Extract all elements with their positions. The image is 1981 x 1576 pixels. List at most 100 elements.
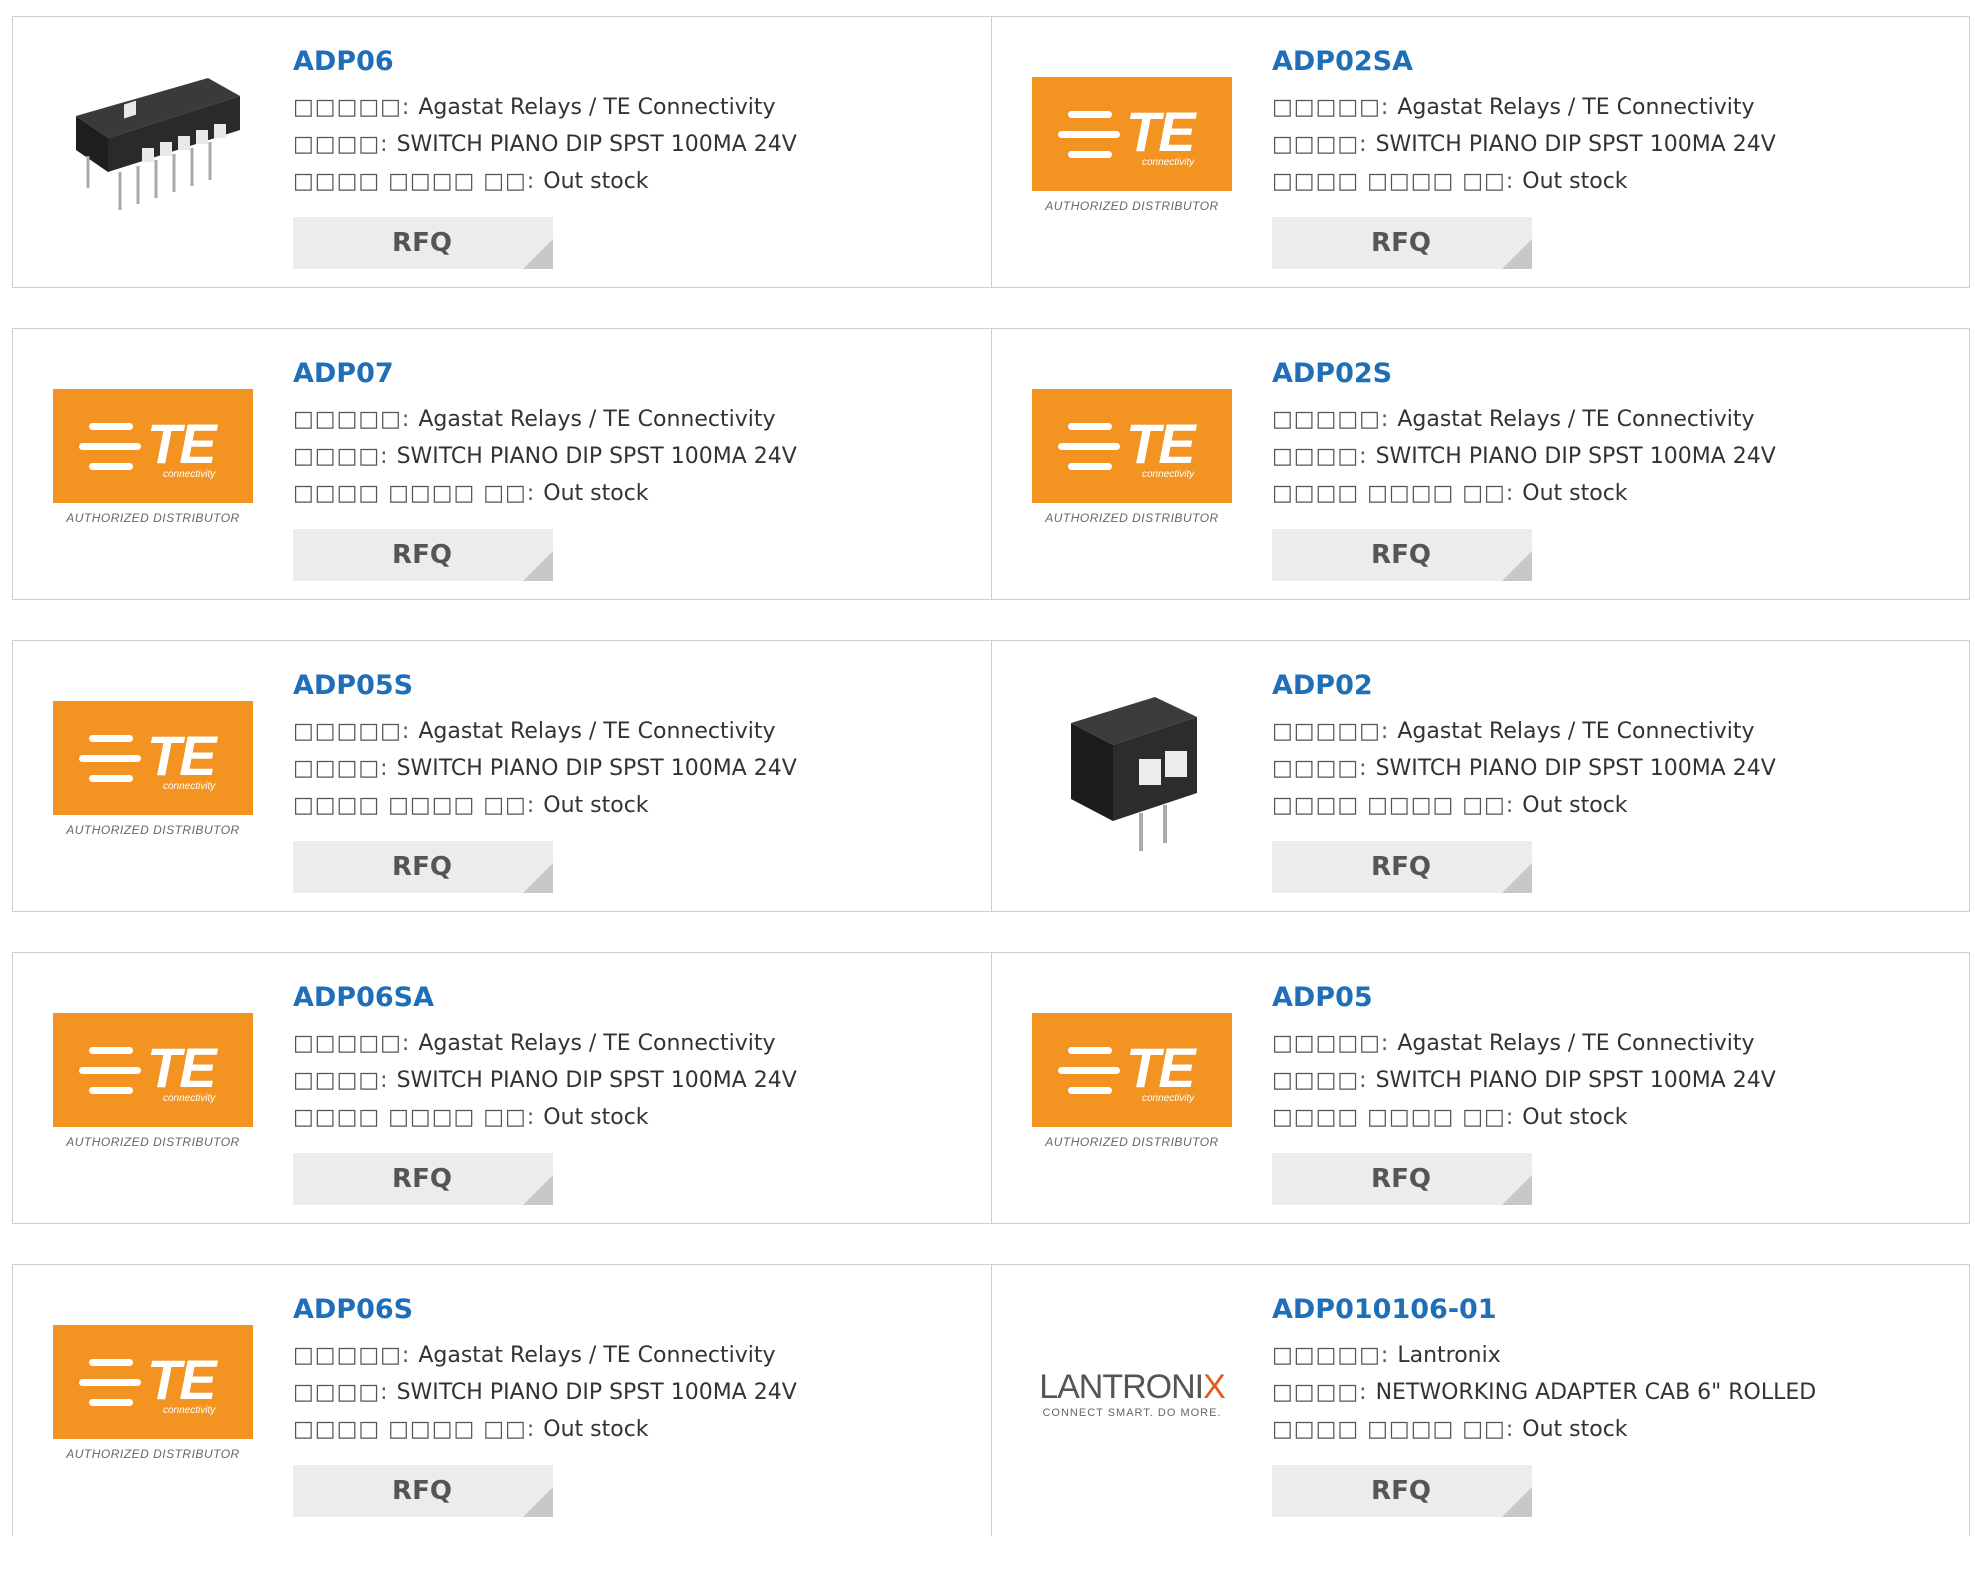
product-card: TE connectivity AUTHORIZED DISTRIBUTOR A… [991, 953, 1969, 1223]
stock-label: □□□□ □□□□ □□: [293, 481, 536, 506]
manufacturer-value: Agastat Relays / TE Connectivity [418, 1031, 776, 1056]
part-number-link[interactable]: ADP06 [293, 43, 981, 81]
manufacturer-label: □□□□□: [293, 719, 411, 744]
part-number-link[interactable]: ADP05S [293, 667, 981, 705]
product-image[interactable]: TE connectivity AUTHORIZED DISTRIBUTOR [51, 993, 255, 1169]
lantronix-logo: LANTRONIX CONNECT SMART. DO MORE. [1030, 1368, 1234, 1419]
product-image[interactable]: TE connectivity AUTHORIZED DISTRIBUTOR [1030, 993, 1234, 1169]
te-authorized-distributor: AUTHORIZED DISTRIBUTOR [66, 1447, 240, 1461]
rfq-button[interactable]: RFQ [1272, 1153, 1532, 1205]
description-value: SWITCH PIANO DIP SPST 100MA 24V [396, 1068, 797, 1093]
dip-switch-2-image [1071, 697, 1197, 851]
manufacturer-line: □□□□□: Agastat Relays / TE Connectivity [1272, 1025, 1959, 1062]
product-image[interactable]: TE connectivity AUTHORIZED DISTRIBUTOR [51, 681, 255, 857]
stock-value: Out stock [1522, 169, 1628, 194]
part-number-link[interactable]: ADP010106-01 [1272, 1291, 1959, 1329]
corner-triangle-icon [523, 1175, 553, 1205]
rfq-button[interactable]: RFQ [1272, 217, 1532, 269]
description-line: □□□□: SWITCH PIANO DIP SPST 100MA 24V [293, 438, 981, 475]
description-label: □□□□: [293, 132, 389, 157]
description-value: SWITCH PIANO DIP SPST 100MA 24V [396, 132, 797, 157]
product-image[interactable]: LANTRONIX CONNECT SMART. DO MORE. [1030, 1305, 1234, 1481]
description-label: □□□□: [1272, 1380, 1368, 1405]
description-label: □□□□: [293, 1380, 389, 1405]
manufacturer-label: □□□□□: [293, 1031, 411, 1056]
rfq-label: RFQ [1371, 1164, 1431, 1194]
rfq-label: RFQ [1371, 540, 1431, 570]
stock-label: □□□□ □□□□ □□: [1272, 481, 1515, 506]
product-image[interactable] [51, 57, 255, 233]
rfq-label: RFQ [1371, 1476, 1431, 1506]
product-image[interactable] [1030, 681, 1234, 857]
product-row: TE connectivity AUTHORIZED DISTRIBUTOR A… [12, 952, 1970, 1224]
stock-label: □□□□ □□□□ □□: [1272, 1417, 1515, 1442]
rfq-label: RFQ [392, 852, 452, 882]
manufacturer-label: □□□□□: [1272, 95, 1390, 120]
description-line: □□□□: SWITCH PIANO DIP SPST 100MA 24V [1272, 438, 1959, 475]
product-image[interactable]: TE connectivity AUTHORIZED DISTRIBUTOR [1030, 57, 1234, 233]
description-value: SWITCH PIANO DIP SPST 100MA 24V [1375, 1068, 1776, 1093]
stock-value: Out stock [1522, 1105, 1628, 1130]
rfq-button[interactable]: RFQ [293, 841, 553, 893]
manufacturer-value: Agastat Relays / TE Connectivity [418, 719, 776, 744]
description-value: SWITCH PIANO DIP SPST 100MA 24V [396, 444, 797, 469]
rfq-label: RFQ [1371, 852, 1431, 882]
stock-value: Out stock [1522, 1417, 1628, 1442]
rfq-button[interactable]: RFQ [293, 1465, 553, 1517]
product-image[interactable]: TE connectivity AUTHORIZED DISTRIBUTOR [1030, 369, 1234, 545]
rfq-label: RFQ [392, 1476, 452, 1506]
part-number-link[interactable]: ADP06S [293, 1291, 981, 1329]
product-card: TE connectivity AUTHORIZED DISTRIBUTOR A… [991, 17, 1969, 287]
description-line: □□□□: SWITCH PIANO DIP SPST 100MA 24V [1272, 1062, 1959, 1099]
description-value: SWITCH PIANO DIP SPST 100MA 24V [1375, 756, 1776, 781]
stock-line: □□□□ □□□□ □□: Out stock [293, 1411, 981, 1448]
manufacturer-label: □□□□□: [293, 407, 411, 432]
stock-line: □□□□ □□□□ □□: Out stock [1272, 475, 1959, 512]
product-card: ADP02 □□□□□: Agastat Relays / TE Connecti… [991, 641, 1969, 911]
product-row: TE connectivity AUTHORIZED DISTRIBUTOR A… [12, 640, 1970, 912]
part-number-link[interactable]: ADP07 [293, 355, 981, 393]
description-label: □□□□: [293, 756, 389, 781]
part-number-link[interactable]: ADP02S [1272, 355, 1959, 393]
rfq-button[interactable]: RFQ [1272, 1465, 1532, 1517]
te-logo-text: TE [147, 1036, 217, 1099]
description-line: □□□□: SWITCH PIANO DIP SPST 100MA 24V [293, 126, 981, 163]
stock-value: Out stock [543, 1417, 649, 1442]
part-number-link[interactable]: ADP05 [1272, 979, 1959, 1017]
stock-label: □□□□ □□□□ □□: [293, 169, 536, 194]
rfq-button[interactable]: RFQ [293, 529, 553, 581]
part-number-link[interactable]: ADP02 [1272, 667, 1959, 705]
te-logo-text: TE [1126, 412, 1196, 475]
product-image[interactable]: TE connectivity AUTHORIZED DISTRIBUTOR [51, 369, 255, 545]
part-number-link[interactable]: ADP06SA [293, 979, 981, 1017]
te-authorized-distributor: AUTHORIZED DISTRIBUTOR [66, 823, 240, 837]
manufacturer-label: □□□□□: [1272, 719, 1390, 744]
manufacturer-label: □□□□□: [1272, 1031, 1390, 1056]
rfq-button[interactable]: RFQ [1272, 841, 1532, 893]
stock-line: □□□□ □□□□ □□: Out stock [293, 787, 981, 824]
rfq-button[interactable]: RFQ [293, 1153, 553, 1205]
description-label: □□□□: [293, 1068, 389, 1093]
te-authorized-distributor: AUTHORIZED DISTRIBUTOR [1045, 511, 1219, 525]
stock-value: Out stock [543, 1105, 649, 1130]
stock-value: Out stock [1522, 793, 1628, 818]
part-number-link[interactable]: ADP02SA [1272, 43, 1959, 81]
manufacturer-value: Agastat Relays / TE Connectivity [418, 407, 776, 432]
corner-triangle-icon [1502, 551, 1532, 581]
stock-label: □□□□ □□□□ □□: [293, 793, 536, 818]
rfq-label: RFQ [392, 228, 452, 258]
te-logo-text: TE [1126, 100, 1196, 163]
te-authorized-distributor: AUTHORIZED DISTRIBUTOR [66, 1135, 240, 1149]
te-logo-sub: connectivity [1142, 1093, 1195, 1104]
rfq-button[interactable]: RFQ [293, 217, 553, 269]
stock-line: □□□□ □□□□ □□: Out stock [293, 163, 981, 200]
te-logo-text: TE [147, 724, 217, 787]
product-card: TE connectivity AUTHORIZED DISTRIBUTOR A… [13, 953, 991, 1223]
description-value: SWITCH PIANO DIP SPST 100MA 24V [396, 1380, 797, 1405]
rfq-button[interactable]: RFQ [1272, 529, 1532, 581]
te-authorized-distributor: AUTHORIZED DISTRIBUTOR [66, 511, 240, 525]
product-image[interactable]: TE connectivity AUTHORIZED DISTRIBUTOR [51, 1305, 255, 1481]
corner-triangle-icon [1502, 863, 1532, 893]
manufacturer-value: Agastat Relays / TE Connectivity [1397, 407, 1755, 432]
manufacturer-line: □□□□□: Agastat Relays / TE Connectivity [1272, 713, 1959, 750]
